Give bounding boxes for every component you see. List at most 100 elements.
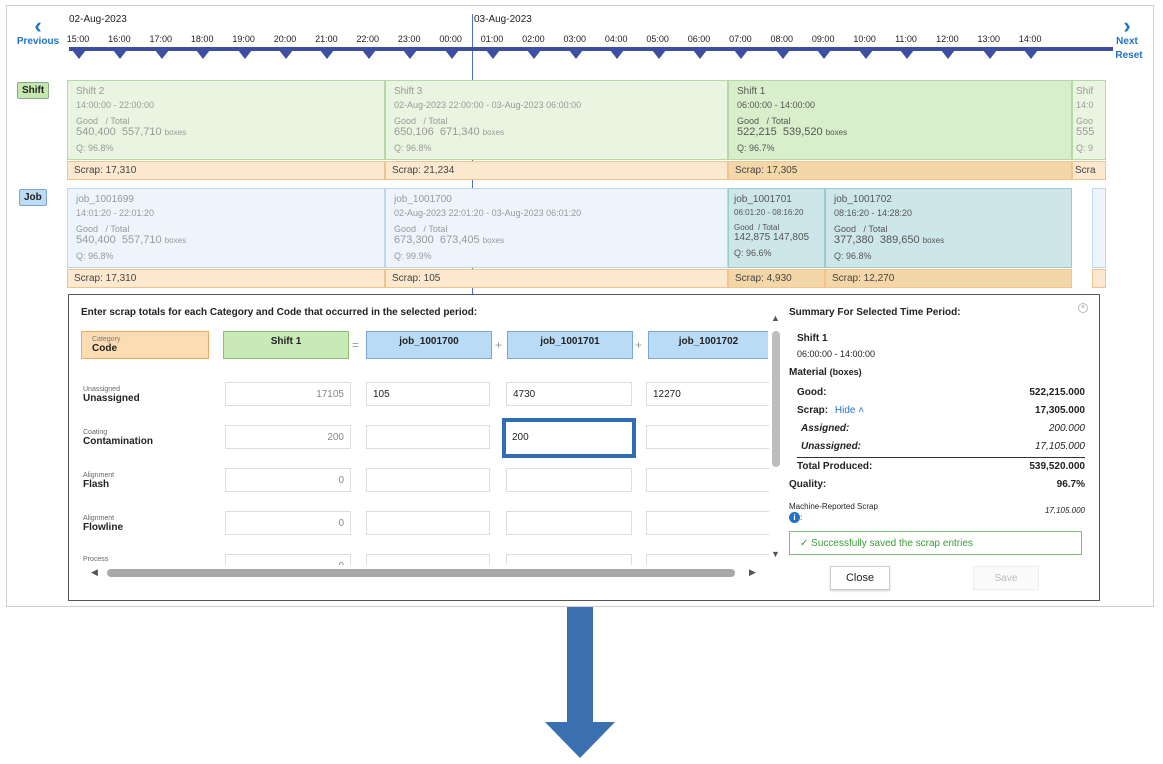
time-tick-label: 06:00 (687, 34, 711, 44)
previous-button[interactable]: ‹ Previous (15, 15, 61, 48)
summary-time: 06:00:00 - 14:00:00 (797, 349, 876, 359)
shift-scrap-bar[interactable]: Scra (1072, 161, 1106, 180)
machine-scrap-row: Machine-Reported Scrap 17,105.000 i: (789, 502, 1085, 523)
scrap-input[interactable] (646, 425, 769, 449)
unassigned-row: Unassigned: 17,105.000 (801, 441, 1085, 452)
shift-total-field: 0 (225, 554, 351, 565)
shift-scrap-bar-selected[interactable]: Scrap: 17,305 (728, 161, 1072, 180)
down-arrow-icon (545, 722, 615, 758)
timeline-marker[interactable] (361, 50, 376, 59)
scrap-input[interactable] (506, 468, 632, 492)
checkmark-icon: ✓ (800, 538, 809, 549)
scrollbar-thumb[interactable] (772, 331, 780, 467)
scrap-input[interactable] (646, 468, 769, 492)
timeline-marker[interactable] (237, 50, 252, 59)
shift-card-selected[interactable]: Shift 1 06:00:00 - 14:00:00 Good / Total… (728, 80, 1072, 160)
scrap-input[interactable] (366, 554, 490, 565)
summary-shift: Shift 1 (797, 333, 828, 344)
timeline-marker[interactable] (858, 50, 873, 59)
timeline-marker[interactable] (693, 50, 707, 59)
row-category-label: Process (83, 556, 109, 563)
shift-scrap-bar[interactable]: Scrap: 21,234 (385, 161, 728, 180)
timeline-marker[interactable] (320, 50, 335, 59)
time-tick-label: 11:00 (895, 34, 917, 44)
dialog-instructions: Enter scrap totals for each Category and… (81, 307, 478, 318)
scroll-up-icon[interactable]: ▲ (771, 313, 780, 323)
timeline-marker[interactable] (941, 50, 956, 59)
timeline-marker[interactable] (527, 50, 542, 59)
scrap-input[interactable] (366, 425, 490, 449)
summary-panel: Summary For Selected Time Period: × Shif… (789, 295, 1099, 600)
time-tick-label: 08:00 (770, 34, 794, 44)
scroll-down-icon[interactable]: ▼ (771, 549, 780, 559)
scrap-input[interactable] (506, 554, 632, 565)
time-tick-label: 18:00 (190, 34, 214, 44)
scrap-input-focused[interactable]: 200 (502, 418, 636, 458)
scrollbar-thumb[interactable] (107, 569, 735, 577)
timeline-marker[interactable] (775, 50, 790, 59)
time-tick-label: 17:00 (149, 34, 173, 44)
hide-toggle[interactable]: Hide ˄ (835, 405, 864, 416)
info-icon[interactable]: i (789, 512, 800, 523)
timeline-marker[interactable] (72, 50, 86, 59)
save-button[interactable]: Save (973, 566, 1039, 590)
timeline-marker[interactable] (403, 50, 418, 59)
scroll-right-icon[interactable]: ▶ (749, 567, 756, 578)
job-column-header: job_1001701 (507, 331, 633, 359)
timeline-marker[interactable] (1024, 50, 1039, 59)
quality-row: Quality: 96.7% (789, 479, 1085, 490)
time-tick-label: 12:00 (936, 34, 959, 44)
job-card[interactable] (1092, 188, 1106, 268)
shift-card[interactable]: Shift 3 02-Aug-2023 22:00:00 - 03-Aug-20… (385, 80, 728, 160)
job-scrap-bar[interactable]: Scrap: 105 (385, 269, 728, 288)
scrap-input[interactable] (646, 511, 769, 535)
vertical-scrollbar[interactable]: ▲ ▼ (769, 313, 783, 563)
assigned-row: Assigned: 200.000 (801, 423, 1085, 434)
timeline-marker[interactable] (444, 50, 459, 59)
plus-sign: + (495, 338, 503, 352)
timeline-marker[interactable] (113, 50, 128, 59)
summary-divider (797, 457, 1085, 458)
timeline-marker[interactable] (568, 50, 583, 59)
time-tick-label: 04:00 (604, 34, 628, 44)
scroll-left-icon[interactable]: ◀ (91, 567, 98, 578)
time-tick-label: 23:00 (397, 34, 421, 44)
timeline-marker[interactable] (279, 50, 293, 59)
scrap-entry-grid: Unassigned Unassigned 17105 105 4730 1227… (69, 375, 769, 565)
job-scrap-bar-selected[interactable]: Scrap: 12,270 (825, 269, 1072, 288)
shift-card[interactable]: Shif 14:0 Goo 555 Q: 9 (1072, 80, 1106, 160)
timeline-marker[interactable] (486, 50, 500, 59)
timeline-marker[interactable] (610, 50, 625, 59)
shift-scrap-bar[interactable]: Scrap: 17,310 (67, 161, 385, 180)
timeline-marker[interactable] (982, 50, 997, 59)
down-arrow-shaft (567, 607, 593, 725)
close-icon[interactable]: × (1078, 303, 1088, 313)
scrap-input[interactable]: 105 (366, 382, 490, 406)
timeline-marker[interactable] (651, 50, 666, 59)
timeline-marker[interactable] (734, 50, 749, 59)
next-button[interactable]: › Next (1107, 15, 1147, 48)
horizontal-scrollbar[interactable]: ◀ ▶ (87, 567, 767, 579)
scrap-input[interactable] (506, 511, 632, 535)
timeline-marker[interactable] (196, 50, 211, 59)
job-card-selected[interactable]: job_1001701 06:01:20 - 08:16:20 Good / T… (728, 188, 825, 268)
job-card[interactable]: job_1001700 02-Aug-2023 22:01:20 - 03-Au… (385, 188, 728, 268)
shift-total-field: 0 (225, 468, 351, 492)
reset-button[interactable]: Reset (1111, 50, 1147, 61)
scrap-input[interactable]: 4730 (506, 382, 632, 406)
scrap-input[interactable]: 12270 (646, 382, 769, 406)
job-scrap-bar[interactable] (1092, 269, 1106, 288)
timeline-marker[interactable] (817, 50, 832, 59)
scrap-input[interactable] (366, 468, 490, 492)
timeline-marker[interactable] (900, 50, 914, 59)
shift-card[interactable]: Shift 2 14:00:00 - 22:00:00 Good / Total… (67, 80, 385, 160)
job-card-selected[interactable]: job_1001702 08:16:20 - 14:28:20 Good / T… (825, 188, 1072, 268)
scrap-input[interactable] (646, 554, 769, 565)
job-scrap-bar-selected[interactable]: Scrap: 4,930 (728, 269, 825, 288)
scrap-input[interactable] (366, 511, 490, 535)
job-scrap-bar[interactable]: Scrap: 17,310 (67, 269, 385, 288)
timeline-marker[interactable] (154, 50, 169, 59)
time-tick-label: 03:00 (563, 34, 587, 44)
close-button[interactable]: Close (830, 566, 890, 590)
job-card[interactable]: job_1001699 14:01:20 - 22:01:20 Good / T… (67, 188, 385, 268)
